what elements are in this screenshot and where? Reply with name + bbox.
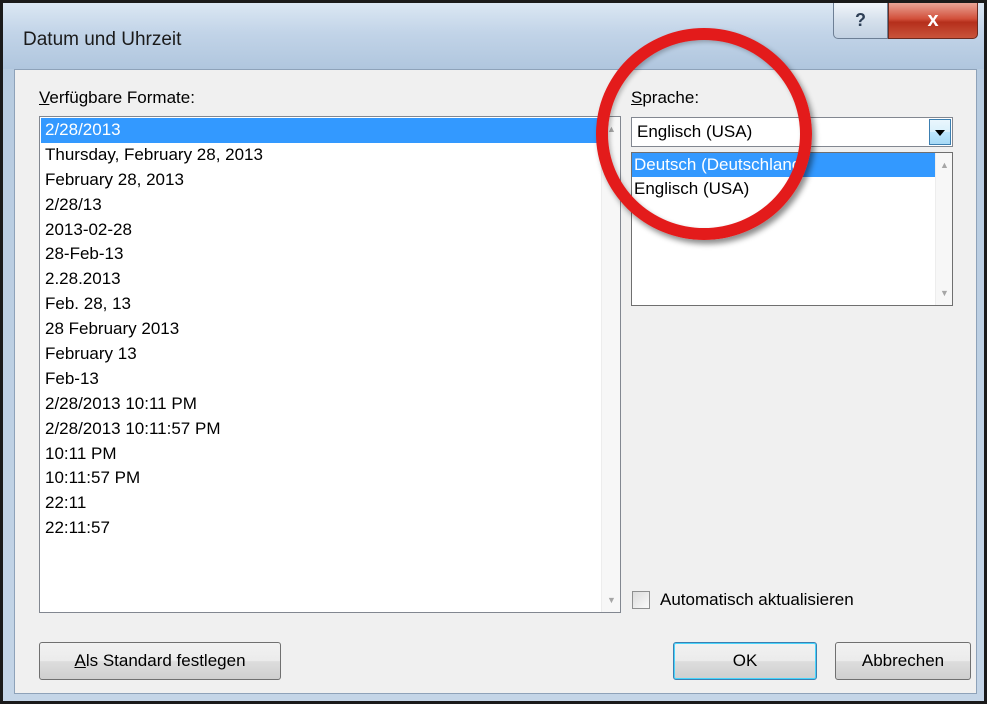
formats-items: 2/28/2013 Thursday, February 28, 2013 Febr…	[41, 118, 603, 541]
auto-update-label[interactable]: Automatisch aktualisieren	[660, 590, 854, 610]
format-list-item[interactable]: 22:11:57	[41, 516, 603, 541]
format-list-item[interactable]: 28-Feb-13	[41, 242, 603, 267]
language-dropdown-list[interactable]: Deutsch (Deutschland) Englisch (USA) ▲ ▼	[631, 152, 953, 306]
auto-update-checkbox[interactable]	[632, 591, 650, 609]
set-default-button[interactable]: Als Standard festlegen	[39, 642, 281, 680]
format-list-item[interactable]: 2.28.2013	[41, 267, 603, 292]
language-label: Sprache:	[631, 88, 700, 107]
language-option[interactable]: Deutsch (Deutschland)	[632, 153, 937, 177]
format-list-item[interactable]: 2/28/2013	[41, 118, 603, 143]
format-list-item[interactable]: Feb. 28, 13	[41, 292, 603, 317]
format-list-item[interactable]: 28 February 2013	[41, 317, 603, 342]
scroll-up-icon[interactable]: ▲	[936, 155, 953, 175]
formats-listbox[interactable]: 2/28/2013 Thursday, February 28, 2013 Febr…	[39, 116, 621, 613]
cancel-button[interactable]: Abbrechen	[835, 642, 971, 680]
format-list-item[interactable]: 2013-02-28	[41, 218, 603, 243]
formats-scrollbar[interactable]: ▲ ▼	[601, 117, 620, 612]
format-list-item[interactable]: 10:11 PM	[41, 442, 603, 467]
help-button[interactable]: ?	[833, 3, 888, 39]
ok-button[interactable]: OK	[673, 642, 817, 680]
format-list-item[interactable]: 2/28/2013 10:11:57 PM	[41, 417, 603, 442]
language-scrollbar[interactable]: ▲ ▼	[935, 153, 952, 305]
format-list-item[interactable]: February 13	[41, 342, 603, 367]
language-selected-value: Englisch (USA)	[637, 122, 753, 141]
close-icon: x	[927, 9, 939, 31]
language-combobox[interactable]: Englisch (USA)	[631, 117, 953, 147]
format-list-item[interactable]: 22:11	[41, 491, 603, 516]
format-list-item[interactable]: February 28, 2013	[41, 168, 603, 193]
language-options: Deutsch (Deutschland) Englisch (USA)	[632, 153, 952, 201]
format-list-item[interactable]: Thursday, February 28, 2013	[41, 143, 603, 168]
format-list-item[interactable]: 10:11:57 PM	[41, 466, 603, 491]
format-list-item[interactable]: 2/28/13	[41, 193, 603, 218]
formats-label: Verfügbare Formate:	[39, 88, 195, 107]
format-list-item[interactable]: 2/28/2013 10:11 PM	[41, 392, 603, 417]
dialog-body: Verfügbare Formate: 2/28/2013 Thursday, F…	[14, 69, 977, 694]
scroll-down-icon[interactable]: ▼	[602, 590, 621, 610]
scroll-up-icon[interactable]: ▲	[602, 119, 621, 139]
help-icon: ?	[855, 10, 866, 30]
format-list-item[interactable]: Feb-13	[41, 367, 603, 392]
dialog-window: Datum und Uhrzeit ? x Verfügbare Formate…	[0, 0, 987, 704]
chevron-down-icon[interactable]	[929, 119, 951, 145]
window-title: Datum und Uhrzeit	[23, 29, 182, 50]
title-bar[interactable]: Datum und Uhrzeit ? x	[3, 3, 984, 69]
scroll-down-icon[interactable]: ▼	[936, 283, 953, 303]
close-button[interactable]: x	[888, 3, 978, 39]
language-option[interactable]: Englisch (USA)	[632, 177, 952, 201]
